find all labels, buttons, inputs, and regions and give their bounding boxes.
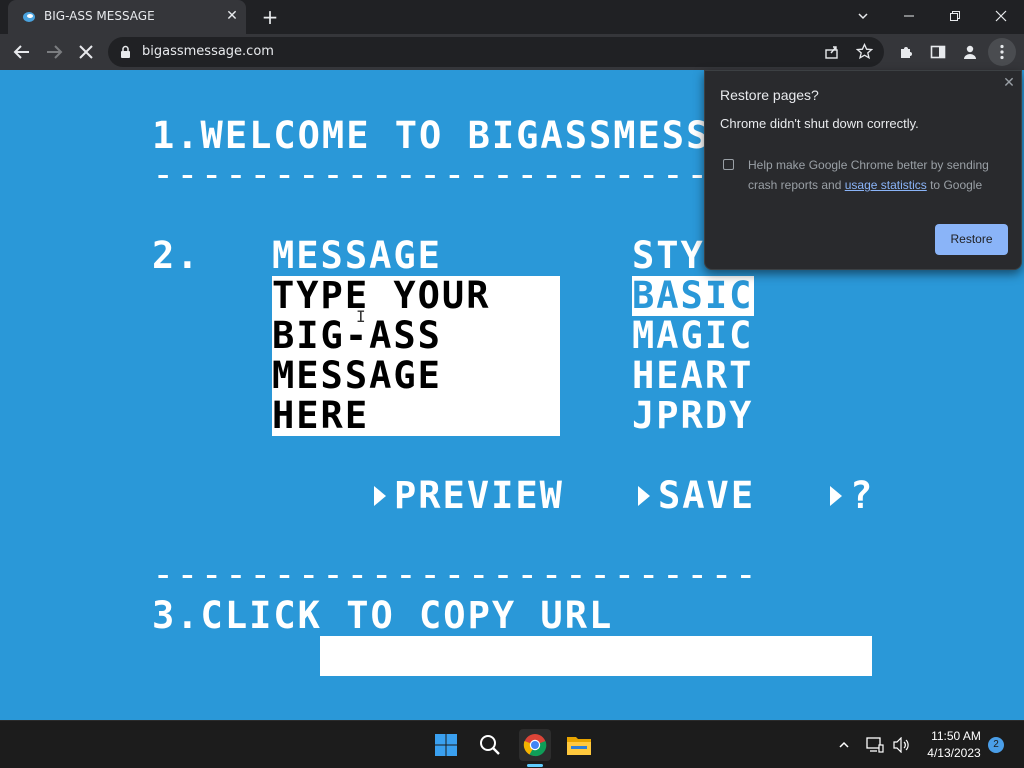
step3-copy-url-heading: 3.CLICK TO COPY URL (152, 594, 614, 637)
puzzle-icon (901, 47, 912, 58)
back-button[interactable] (8, 38, 36, 66)
back-arrow-icon (13, 45, 29, 59)
profile-icon (964, 45, 976, 59)
style-option-magic[interactable]: MAGIC (632, 316, 754, 356)
help-button[interactable]: ? (830, 476, 874, 516)
step1-welcome-heading: 1.WELCOME TO BIGASSMESS (152, 114, 711, 157)
active-app-indicator (527, 764, 543, 767)
tab-bigassmessage[interactable]: BIG-ASS MESSAGE ✕ (8, 0, 246, 34)
restore-pages-dialog: ✕ Restore pages? Chrome didn't shut down… (704, 70, 1022, 270)
show-hidden-icons-button[interactable] (830, 729, 858, 761)
message-input[interactable]: TYPE YOUR BIG-ASS MESSAGE HERE (272, 276, 560, 436)
taskbar-file-explorer[interactable] (563, 729, 595, 761)
volume-icon (893, 737, 909, 753)
usage-statistics-link[interactable]: usage statistics (845, 178, 927, 192)
network-button[interactable] (862, 729, 888, 761)
close-window-button[interactable] (978, 0, 1024, 34)
preview-button[interactable]: PREVIEW (374, 476, 564, 516)
browser-toolbar: bigassmessage.com (0, 34, 1024, 70)
save-button[interactable]: SAVE (638, 476, 755, 516)
side-panel-icon (930, 45, 946, 59)
network-icon (866, 737, 884, 753)
tab-close-icon[interactable]: ✕ (224, 8, 240, 24)
share-icon[interactable] (824, 44, 840, 60)
copy-url-field[interactable] (320, 636, 872, 676)
arrow-right-icon (374, 486, 386, 506)
kebab-menu-icon (1000, 44, 1004, 60)
chevron-up-icon (839, 741, 849, 748)
forward-button[interactable] (40, 38, 68, 66)
style-heading: STY (632, 234, 705, 277)
chevron-down-icon (858, 13, 868, 20)
divider-top: ------------------------- (152, 153, 759, 196)
tab-search-button[interactable] (840, 0, 886, 34)
extensions-button[interactable] (892, 38, 920, 66)
new-tab-button[interactable]: + (258, 5, 282, 29)
tab-strip: BIG-ASS MESSAGE ✕ + (0, 0, 1024, 34)
tab-title: BIG-ASS MESSAGE (44, 9, 155, 23)
forward-arrow-icon (47, 45, 63, 59)
chrome-icon (523, 734, 547, 757)
crash-report-text-end: to Google (926, 178, 983, 192)
close-icon (995, 10, 1007, 22)
divider-bottom: ------------------------- (152, 553, 759, 596)
minimize-icon (904, 15, 914, 17)
dialog-close-icon[interactable]: ✕ (1001, 75, 1017, 91)
restore-window-button[interactable] (932, 0, 978, 34)
message-placeholder[interactable]: TYPE YOUR BIG-ASS MESSAGE HERE (272, 276, 562, 436)
style-option-heart[interactable]: HEART (632, 356, 754, 396)
style-option-jprdy[interactable]: JPRDY (632, 396, 754, 436)
folder-icon (567, 737, 591, 755)
restore-window-icon (950, 11, 960, 21)
taskbar: 11:50 AM 4/13/2023 2 (0, 720, 1024, 768)
clock-time[interactable]: 11:50 AM (924, 729, 988, 743)
favicon-icon (23, 12, 35, 22)
minimize-button[interactable] (886, 0, 932, 34)
stop-icon (79, 45, 93, 59)
lock-icon (121, 45, 130, 58)
url-text[interactable]: bigassmessage.com (142, 44, 274, 59)
help-label: ? (850, 474, 875, 517)
arrow-right-icon (638, 486, 650, 506)
arrow-right-icon (830, 486, 842, 506)
side-panel-button[interactable] (924, 38, 952, 66)
search-icon (480, 735, 500, 755)
windows-start-icon (435, 734, 457, 756)
taskbar-search-button[interactable] (474, 729, 506, 761)
step2-number: 2. (152, 234, 201, 277)
restore-button[interactable]: Restore (935, 224, 1008, 255)
text-cursor-icon: I (356, 307, 366, 326)
stop-loading-button[interactable] (72, 38, 100, 66)
start-button[interactable] (430, 729, 462, 761)
crash-report-checkbox[interactable] (723, 159, 734, 170)
menu-button[interactable] (988, 38, 1016, 66)
clock-date[interactable]: 4/13/2023 (920, 746, 988, 760)
volume-button[interactable] (888, 729, 914, 761)
taskbar-chrome[interactable] (519, 729, 551, 761)
dialog-message: Chrome didn't shut down correctly. (720, 116, 919, 131)
address-bar[interactable]: bigassmessage.com (108, 37, 884, 67)
style-option-basic[interactable]: BASIC (632, 276, 754, 316)
notification-badge[interactable]: 2 (988, 737, 1004, 753)
crash-report-label: Help make Google Chrome better by sendin… (748, 155, 1008, 195)
bookmark-star-icon[interactable] (856, 43, 873, 60)
message-heading: MESSAGE (272, 234, 442, 277)
save-label: SAVE (658, 474, 756, 517)
dialog-title: Restore pages? (720, 87, 819, 103)
preview-label: PREVIEW (394, 474, 564, 517)
profile-button[interactable] (956, 38, 984, 66)
